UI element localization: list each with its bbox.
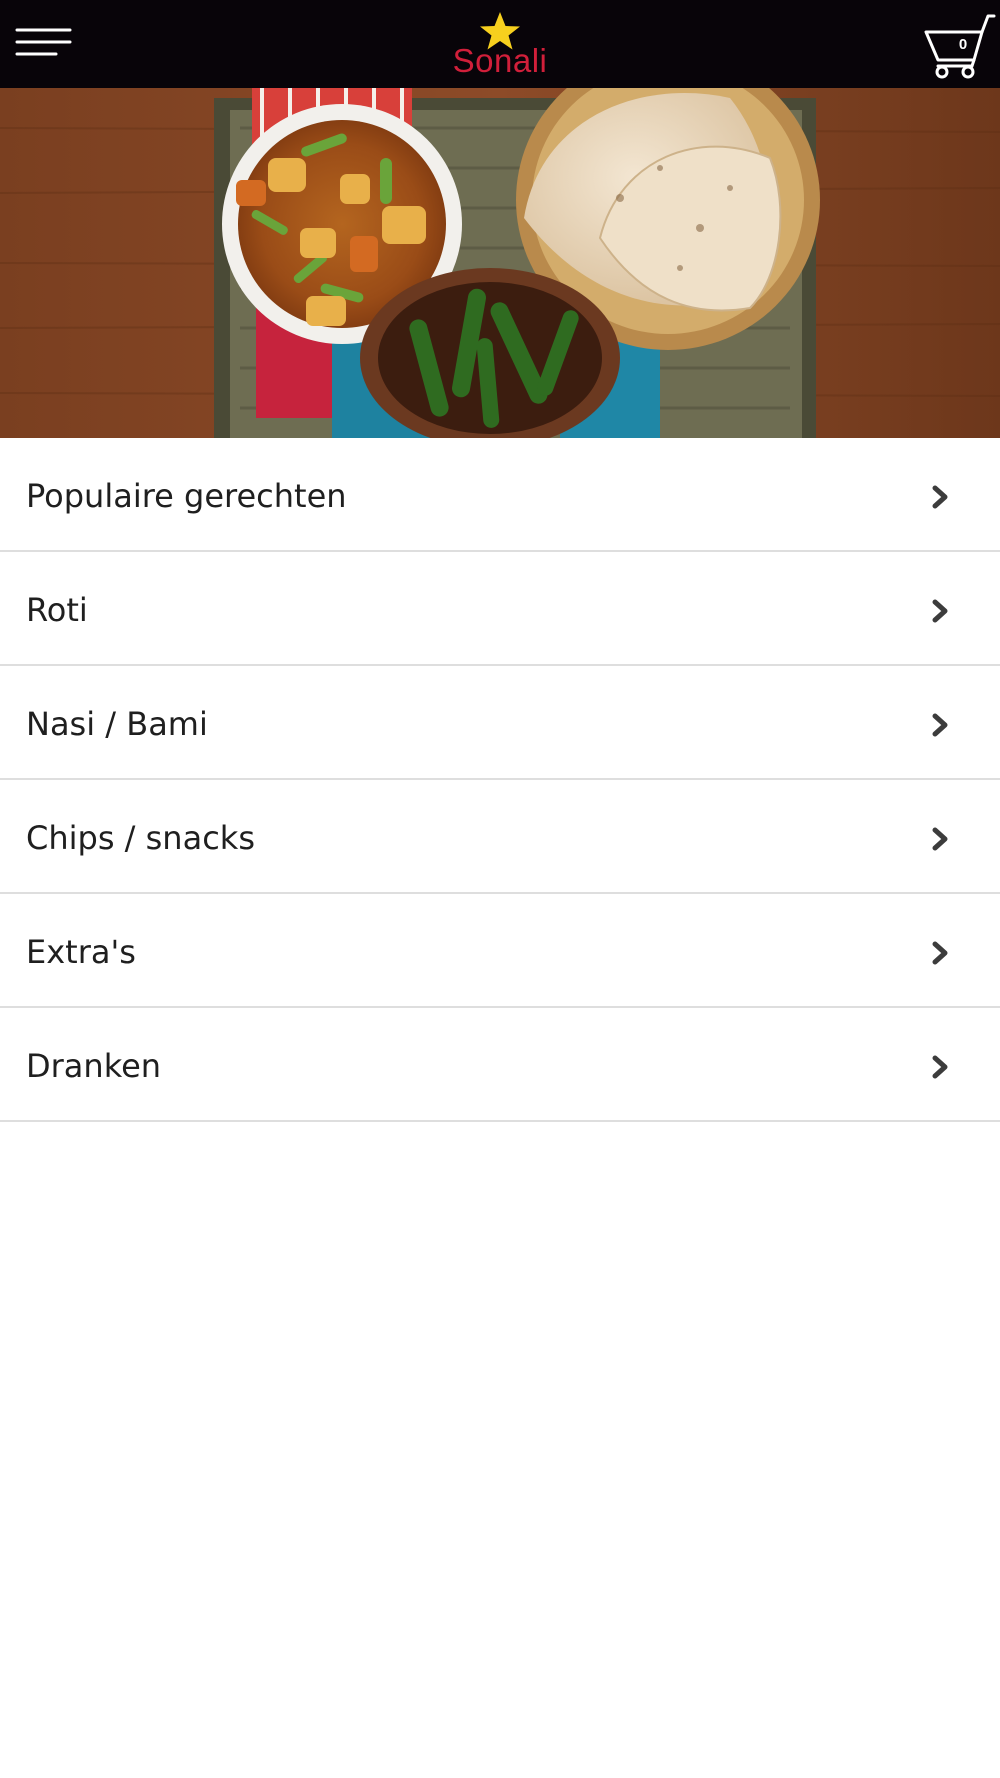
app-root: Sonali 0 Populaire gerechten Roti Nasi /… [0,0,1000,1778]
hero-banner [0,88,1000,438]
category-item[interactable]: Chips / snacks [0,780,1000,894]
category-label: Extra's [26,933,136,971]
category-item[interactable]: Nasi / Bami [0,666,1000,780]
top-app-bar: Sonali 0 [0,0,1000,88]
chevron-right-icon [930,482,952,512]
category-label: Nasi / Bami [26,705,208,743]
hamburger-menu-icon [15,28,72,56]
category-label: Dranken [26,1047,162,1085]
category-item[interactable]: Populaire gerechten [0,438,1000,552]
category-item[interactable]: Extra's [0,894,1000,1008]
indian-food-banner-image [0,88,1000,438]
chevron-right-icon [930,596,952,626]
category-item[interactable]: Roti [0,552,1000,666]
category-label: Chips / snacks [26,819,255,857]
chevron-right-icon [930,938,952,968]
category-list: Populaire gerechten Roti Nasi / Bami Chips … [0,438,1000,1122]
cart-count-badge: 0 [958,36,968,53]
logo-text: Sonali [452,42,548,79]
category-label: Roti [26,591,88,629]
category-label: Populaire gerechten [26,477,347,515]
sonali-logo[interactable]: Sonali [430,8,570,82]
chevron-right-icon [930,710,952,740]
cart-button[interactable]: 0 [924,10,996,80]
category-item[interactable]: Dranken [0,1008,1000,1122]
chevron-right-icon [930,1052,952,1082]
chevron-right-icon [930,824,952,854]
menu-button[interactable] [14,22,72,62]
